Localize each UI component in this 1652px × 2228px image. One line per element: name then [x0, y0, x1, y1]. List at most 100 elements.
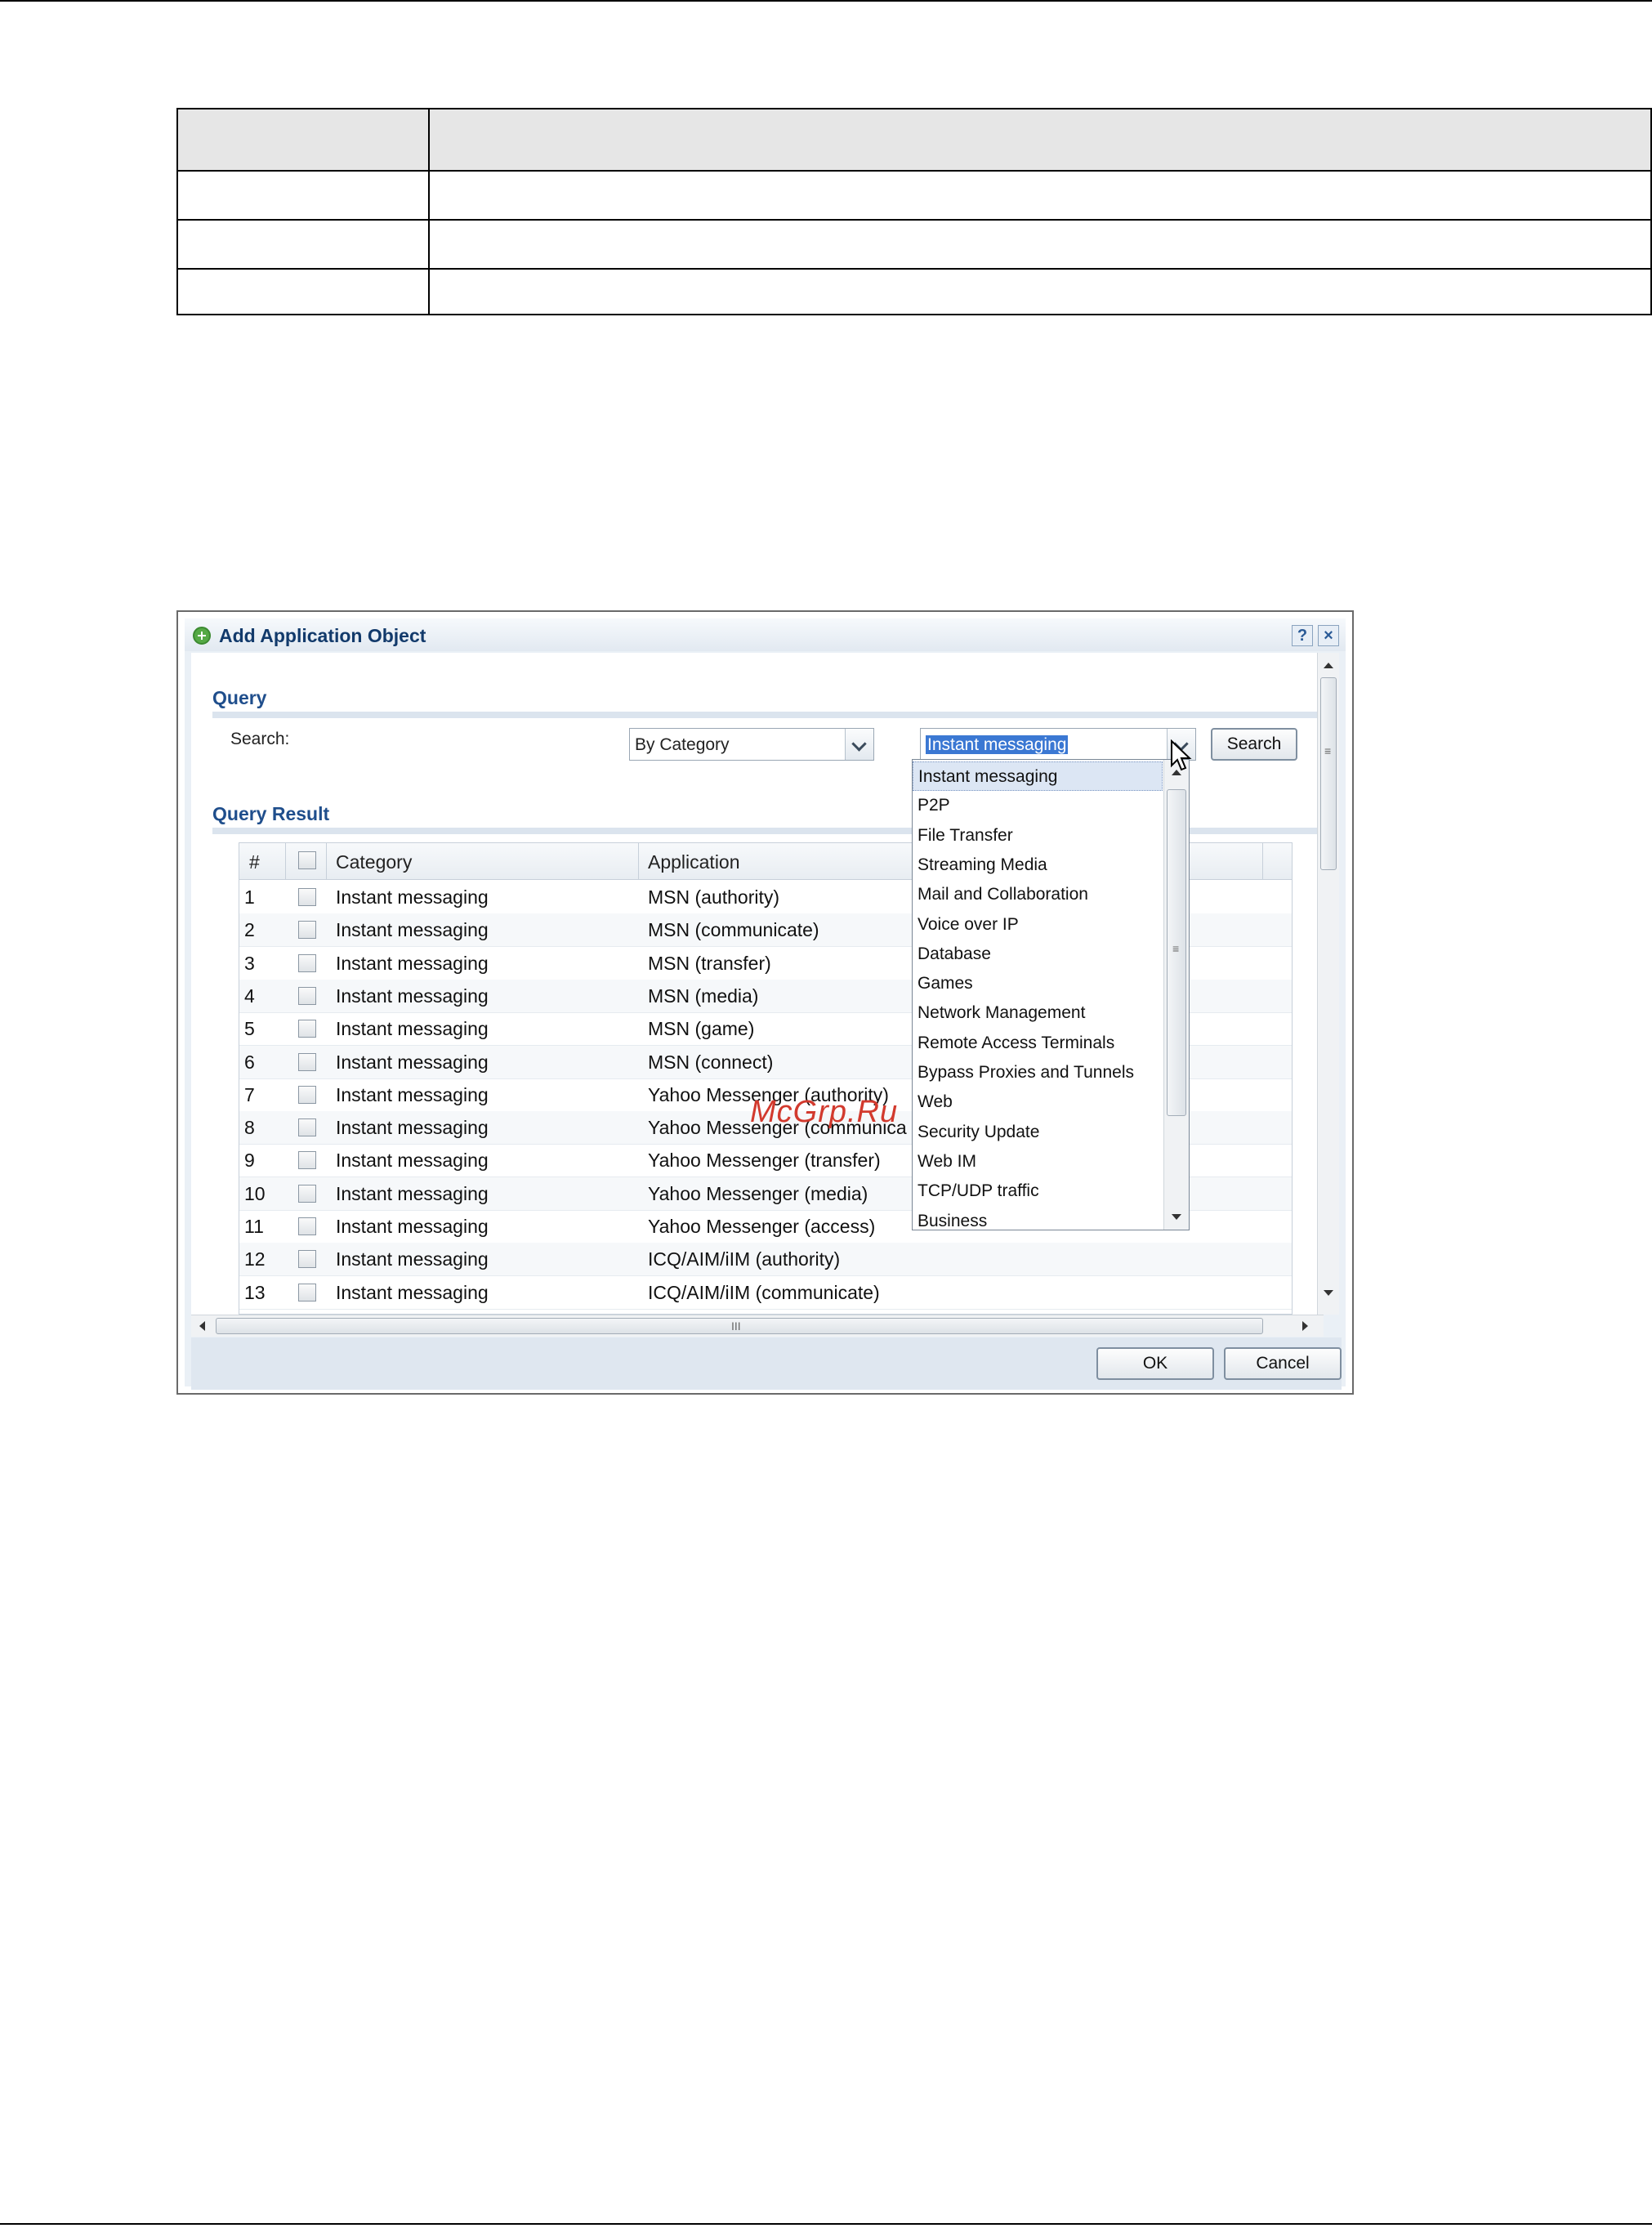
row-application: ICQ/AIM/iIM (communicate) [648, 1281, 880, 1303]
dialog-footer: OK Cancel [191, 1337, 1342, 1390]
close-button[interactable]: × [1318, 625, 1339, 646]
row-checkbox[interactable] [298, 953, 316, 972]
table-column-divider [428, 109, 430, 314]
column-header-category[interactable]: Category [336, 851, 412, 873]
dropdown-option[interactable]: Bypass Proxies and Tunnels [913, 1058, 1163, 1087]
category-select-value-wrap: Instant messaging [926, 735, 1069, 755]
cancel-button-label: Cancel [1256, 1354, 1310, 1373]
dropdown-option[interactable]: File Transfer [913, 821, 1163, 851]
scroll-right-arrow-icon[interactable] [1302, 1321, 1308, 1331]
row-application: Yahoo Messenger (access) [648, 1216, 876, 1237]
row-category: Instant messaging [336, 1150, 489, 1172]
row-checkbox[interactable] [298, 1052, 316, 1071]
scroll-grip-icon: ≡ [1172, 942, 1180, 955]
row-number: 3 [244, 952, 255, 974]
table-row[interactable]: 13 Instant messaging ICQ/AIM/iIM (communic… [239, 1276, 1292, 1310]
scroll-left-arrow-icon[interactable] [199, 1321, 205, 1331]
dropdown-option[interactable]: Database [913, 940, 1163, 969]
row-checkbox[interactable] [298, 1184, 316, 1203]
scroll-down-arrow-icon[interactable] [1172, 1214, 1181, 1220]
row-application: MSN (authority) [648, 886, 780, 908]
search-by-dropdown-button[interactable] [845, 729, 873, 760]
row-number: 7 [244, 1083, 255, 1105]
query-result-section-title: Query Result [212, 803, 330, 824]
column-header-application[interactable]: Application [648, 851, 740, 873]
ok-button-label: OK [1142, 1354, 1168, 1373]
cancel-button[interactable]: Cancel [1224, 1347, 1342, 1380]
row-application: Yahoo Messenger (transfer) [648, 1150, 881, 1172]
row-checkbox[interactable] [298, 921, 316, 940]
row-number: 13 [244, 1281, 266, 1303]
row-category: Instant messaging [336, 1182, 489, 1204]
dropdown-option[interactable]: Streaming Media [913, 851, 1163, 880]
add-icon [193, 627, 211, 645]
row-checkbox[interactable] [298, 1283, 316, 1302]
row-checkbox[interactable] [298, 888, 316, 906]
watermark: McGrp.Ru [750, 1095, 899, 1129]
category-select[interactable]: Instant messaging [920, 728, 1196, 761]
search-by-value: By Category [635, 735, 730, 754]
row-application: MSN (communicate) [648, 919, 819, 941]
row-checkbox[interactable] [298, 1250, 316, 1269]
dropdown-option[interactable]: TCP/UDP traffic [913, 1177, 1163, 1206]
dropdown-option[interactable]: Games [913, 969, 1163, 998]
row-application: Yahoo Messenger (media) [648, 1182, 868, 1204]
query-section-title: Query [212, 687, 267, 708]
row-checkbox[interactable] [298, 1151, 316, 1170]
row-application: MSN (transfer) [648, 952, 771, 974]
row-checkbox[interactable] [298, 986, 316, 1005]
search-button[interactable]: Search [1211, 728, 1297, 761]
row-category: Instant messaging [336, 1083, 489, 1105]
scroll-grip-icon: ≡ [1324, 744, 1332, 757]
table-row[interactable]: 12 Instant messaging ICQ/AIM/iIM (authorit… [239, 1243, 1292, 1277]
vertical-scroll-thumb[interactable] [1320, 677, 1337, 870]
dropdown-option[interactable]: Security Update [913, 1118, 1163, 1147]
dropdown-scroll-thumb[interactable]: ≡ [1167, 789, 1186, 1116]
select-all-checkbox[interactable] [298, 851, 316, 869]
row-number: 2 [244, 919, 255, 941]
row-checkbox[interactable] [298, 1085, 316, 1104]
row-application: MSN (connect) [648, 1051, 774, 1073]
dropdown-option[interactable]: Web [913, 1087, 1163, 1117]
category-dropdown-list[interactable]: Instant messaging P2P File Transfer Streami… [912, 759, 1190, 1230]
horizontal-scroll-thumb[interactable]: III [216, 1318, 1263, 1334]
dropdown-scrollbar[interactable]: ≡ [1163, 760, 1189, 1230]
row-number: 1 [244, 886, 255, 908]
row-number: 11 [244, 1216, 264, 1237]
dialog-titlebar[interactable]: Add Application Object ? × [185, 618, 1346, 651]
help-button[interactable]: ? [1292, 625, 1313, 646]
section-divider [212, 712, 1324, 718]
dropdown-option[interactable]: Voice over IP [913, 910, 1163, 940]
document-table [176, 108, 1652, 315]
row-category: Instant messaging [336, 985, 489, 1007]
category-select-value: Instant messaging [926, 735, 1069, 754]
row-checkbox[interactable] [298, 1118, 316, 1137]
dropdown-option[interactable]: Remote Access Terminals [913, 1029, 1163, 1058]
row-application: MSN (game) [648, 1018, 755, 1040]
column-header-number[interactable]: # [249, 851, 260, 873]
row-checkbox[interactable] [298, 1020, 316, 1038]
row-checkbox[interactable] [298, 1217, 316, 1235]
row-number: 10 [244, 1182, 266, 1204]
row-category: Instant messaging [336, 919, 489, 941]
dropdown-option[interactable]: Instant messaging [913, 761, 1163, 791]
row-category: Instant messaging [336, 952, 489, 974]
row-number: 12 [244, 1248, 266, 1270]
search-by-select[interactable]: By Category [629, 728, 874, 761]
row-number: 5 [244, 1018, 255, 1040]
dropdown-option[interactable]: Web IM [913, 1147, 1163, 1177]
chevron-down-icon [851, 736, 867, 752]
ok-button[interactable]: OK [1096, 1347, 1214, 1380]
dropdown-option[interactable]: Mail and Collaboration [913, 880, 1163, 909]
dropdown-option[interactable]: Network Management [913, 998, 1163, 1028]
dropdown-option[interactable]: Business [913, 1207, 1163, 1236]
row-number: 9 [244, 1150, 255, 1172]
scroll-up-arrow-icon[interactable] [1324, 663, 1333, 668]
horizontal-scrollbar[interactable]: III [191, 1315, 1324, 1337]
dropdown-option[interactable]: P2P [913, 791, 1163, 820]
bottom-rule [0, 2223, 1652, 2225]
search-label: Search: [230, 730, 290, 748]
vertical-scrollbar[interactable]: ≡ [1317, 653, 1339, 1315]
scroll-down-arrow-icon[interactable] [1324, 1290, 1333, 1296]
row-number: 4 [244, 985, 255, 1007]
